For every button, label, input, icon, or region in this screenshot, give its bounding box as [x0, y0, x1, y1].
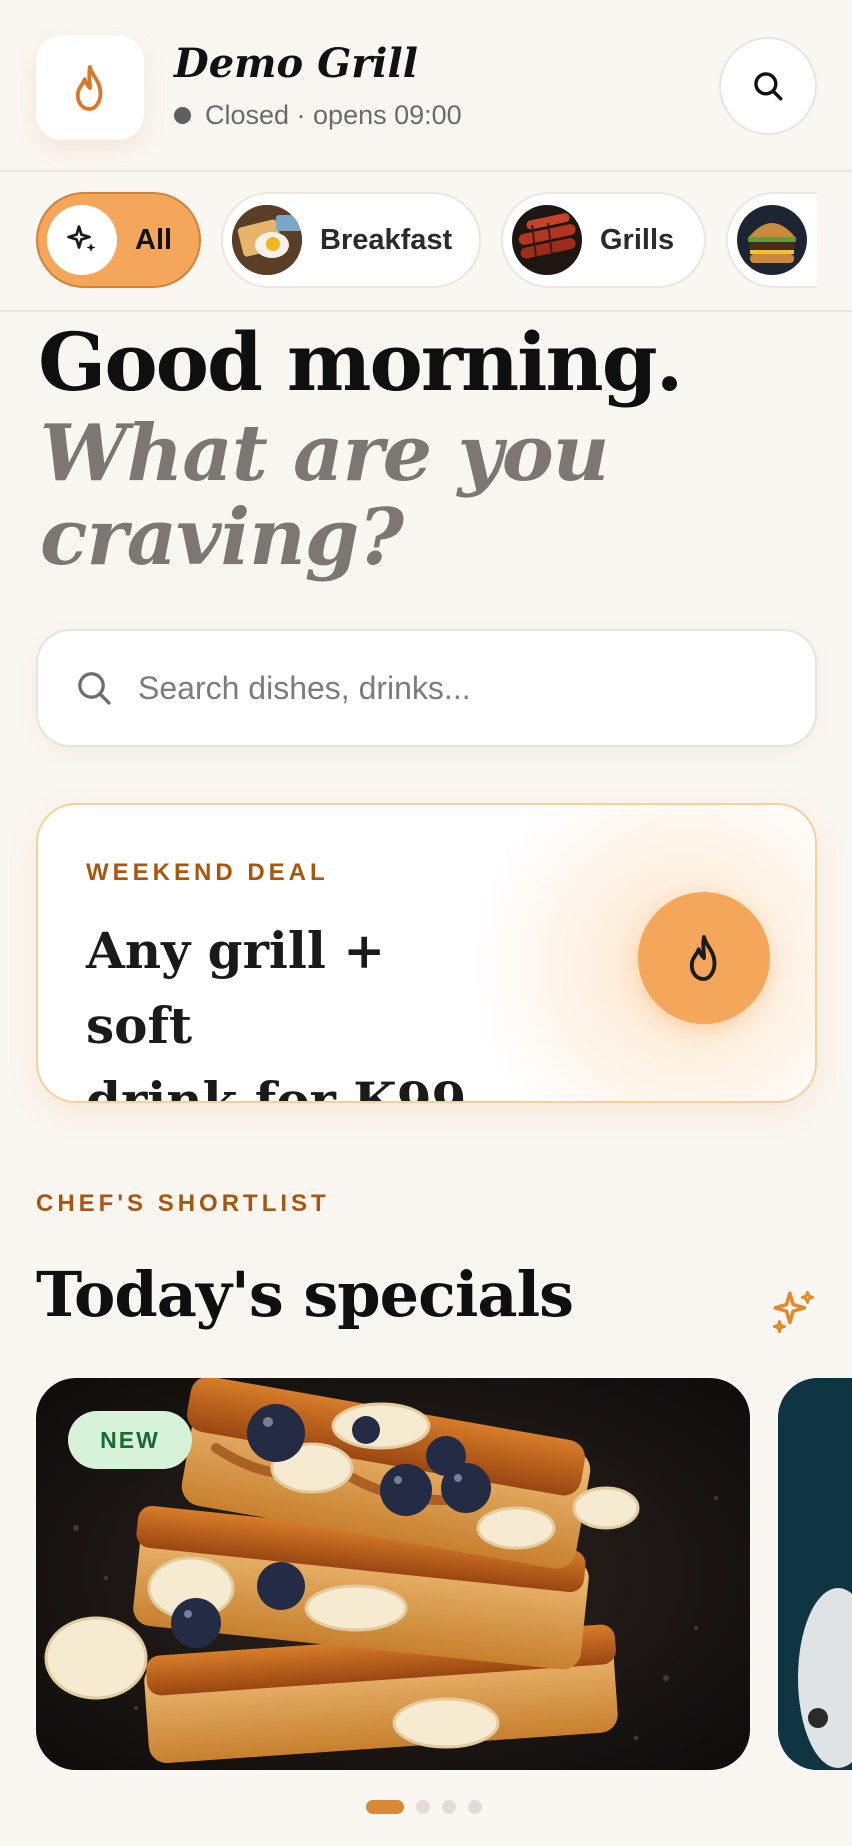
special-card-next-image — [778, 1378, 852, 1770]
app-header: Demo Grill Closed · opens 09:00 — [0, 0, 852, 172]
category-label: Breakfast — [320, 223, 453, 256]
deal-title-line2: drink for K99 — [86, 1071, 467, 1103]
brand-logo[interactable] — [36, 35, 144, 140]
flame-icon — [689, 935, 717, 981]
search-icon — [78, 672, 111, 705]
sparkle-icon — [47, 205, 117, 275]
status-text: Closed · opens 09:00 — [205, 100, 462, 130]
category-chip-breakfast[interactable]: Breakfast — [221, 192, 481, 288]
category-bar: All Breakfast Grills — [0, 172, 852, 312]
category-chip-all[interactable]: All — [36, 192, 201, 288]
category-scroller[interactable]: All Breakfast Grills — [36, 192, 817, 292]
specials-eyebrow: CHEF'S SHORTLIST — [36, 1190, 330, 1217]
craving-prompt: What are you craving? — [40, 408, 610, 584]
craving-prompt-line2: craving? — [40, 492, 404, 584]
search-bar[interactable] — [36, 629, 817, 747]
category-label: Grills — [600, 223, 675, 256]
category-chip-burgers[interactable] — [726, 192, 817, 288]
category-label: All — [135, 223, 173, 256]
search-button[interactable] — [719, 37, 817, 135]
deal-flame-badge — [638, 892, 770, 1024]
deal-card[interactable]: WEEKEND DEAL Any grill + soft drink for … — [36, 803, 817, 1103]
pager-dot-active[interactable] — [366, 1800, 404, 1814]
category-chip-grills[interactable]: Grills — [501, 192, 706, 288]
new-badge: NEW — [68, 1411, 192, 1469]
burger-thumb — [737, 205, 807, 275]
status-dot — [174, 107, 191, 124]
specials-sparkle-button[interactable] — [766, 1284, 822, 1340]
pager-dot[interactable] — [416, 1800, 430, 1814]
craving-prompt-line1: What are you — [40, 408, 610, 499]
breakfast-thumb — [232, 205, 302, 275]
deal-title-line1: Any grill + soft — [86, 921, 386, 1055]
deal-eyebrow: WEEKEND DEAL — [86, 859, 329, 886]
store-status: Closed · opens 09:00 — [174, 100, 462, 131]
specials-title: Today's specials — [36, 1258, 574, 1331]
specials-pager — [366, 1800, 494, 1814]
special-card-next[interactable] — [778, 1378, 852, 1770]
flame-icon — [75, 64, 103, 111]
special-card[interactable]: NEW — [36, 1378, 750, 1770]
sparkle-icon — [772, 1290, 815, 1334]
grills-thumb — [512, 205, 582, 275]
brand-name: Demo Grill — [174, 40, 418, 87]
pager-dot[interactable] — [442, 1800, 456, 1814]
search-input[interactable] — [138, 669, 778, 707]
greeting-heading: Good morning. — [38, 315, 683, 409]
search-icon — [754, 72, 783, 101]
deal-title: Any grill + soft drink for K99 — [86, 913, 506, 1103]
pager-dot[interactable] — [468, 1800, 482, 1814]
